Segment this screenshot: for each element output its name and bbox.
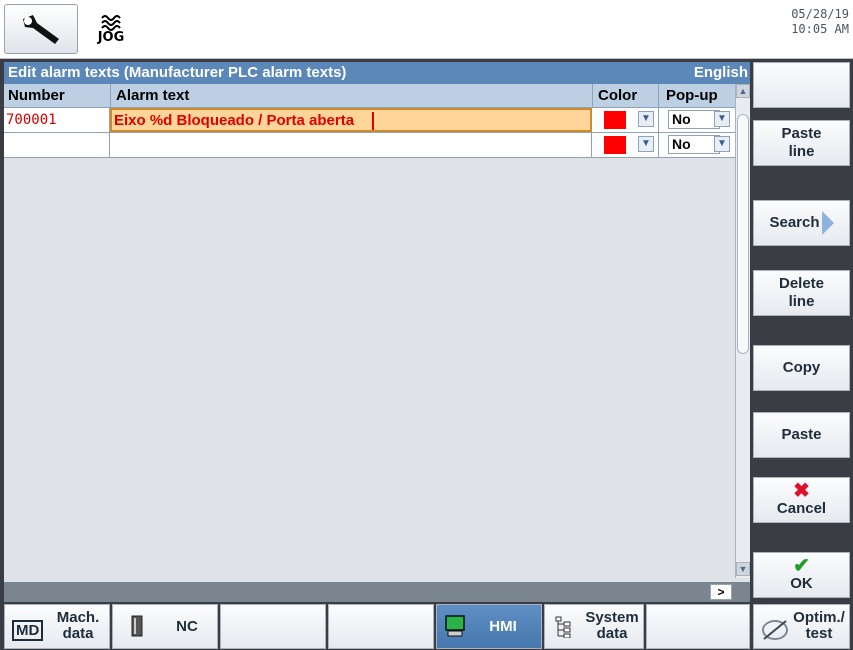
setup-wrench-button[interactable] xyxy=(4,4,78,54)
text-cursor xyxy=(372,112,374,130)
color-select[interactable]: ▼ xyxy=(592,133,659,157)
alarm-text-input[interactable]: Eixo %d Bloqueado / Porta aberta xyxy=(110,108,592,132)
color-swatch xyxy=(604,111,626,129)
mach-data-button[interactable]: MD Mach. data xyxy=(4,604,110,649)
popup-value: No xyxy=(668,110,720,129)
nc-device-icon xyxy=(131,615,143,637)
alarm-number-cell[interactable]: 700001 xyxy=(4,108,110,132)
horizontal-scroll-bar: > xyxy=(4,582,750,602)
popup-value: No xyxy=(668,135,720,154)
vertical-scrollbar[interactable]: ▲ ▼ xyxy=(735,84,750,578)
search-button[interactable]: Search xyxy=(753,200,850,246)
chevron-down-icon[interactable]: ▼ xyxy=(714,136,730,152)
header-bar: JOG 05/28/19 10:05 AM xyxy=(0,0,853,59)
paste-line-button[interactable]: Paste line xyxy=(753,120,850,166)
alarm-text-editor: Edit alarm texts (Manufacturer PLC alarm… xyxy=(4,62,750,582)
delete-line-label: Delete line xyxy=(778,275,825,310)
table-header: Number Alarm text Color Pop-up xyxy=(4,84,735,108)
date-text: 05/28/19 xyxy=(791,7,849,21)
copy-button[interactable]: Copy xyxy=(753,345,850,391)
copy-label: Copy xyxy=(782,359,821,376)
col-alarm-text-header: Alarm text xyxy=(116,87,190,104)
checkmark-icon: ✔ xyxy=(793,555,810,577)
close-icon: ✖ xyxy=(793,480,810,502)
softkey-h-blank-2[interactable] xyxy=(328,604,434,649)
panel-title-bar: Edit alarm texts (Manufacturer PLC alarm… xyxy=(4,62,750,84)
wrench-icon xyxy=(23,15,59,44)
table-row[interactable]: 700001 Eixo %d Bloqueado / Porta aberta … xyxy=(4,108,735,133)
popup-select[interactable]: No ▼ xyxy=(658,133,735,157)
paste-label: Paste xyxy=(781,426,822,443)
ok-button[interactable]: ✔ OK xyxy=(753,552,850,598)
color-select[interactable]: ▼ xyxy=(592,108,659,132)
col-number-header: Number xyxy=(8,87,65,104)
hmi-button[interactable]: HMI xyxy=(436,604,542,649)
softkey-blank-1[interactable] xyxy=(753,62,850,108)
cancel-label: Cancel xyxy=(776,500,827,517)
col-divider xyxy=(658,84,659,107)
col-color-header: Color xyxy=(598,87,638,104)
col-divider xyxy=(592,84,593,107)
col-popup-header: Pop-up xyxy=(666,87,718,104)
hmi-label: HMI xyxy=(489,618,517,635)
optim-test-button[interactable]: Optim./ test xyxy=(753,604,850,649)
scroll-thumb[interactable] xyxy=(737,114,749,354)
delete-line-button[interactable]: Delete line xyxy=(753,270,850,316)
scroll-up-icon[interactable]: ▲ xyxy=(736,84,750,98)
paste-line-label: Paste line xyxy=(781,125,822,160)
optim-test-label: Optim./ test xyxy=(793,609,845,642)
nc-button[interactable]: NC xyxy=(112,604,218,649)
system-data-button[interactable]: System data xyxy=(544,604,644,649)
language-label: English xyxy=(693,64,748,81)
mode-indicator: JOG xyxy=(82,4,140,54)
alarm-text-value: Eixo %d Bloqueado / Porta aberta xyxy=(114,112,355,129)
ok-label: OK xyxy=(790,575,813,592)
col-divider xyxy=(110,84,111,107)
nc-label: NC xyxy=(176,618,198,635)
paste-button[interactable]: Paste xyxy=(753,412,850,458)
chevron-down-icon[interactable]: ▼ xyxy=(714,111,730,127)
alarm-text-input[interactable] xyxy=(110,133,592,157)
tree-structure-icon xyxy=(555,616,571,638)
scroll-right-button[interactable]: > xyxy=(710,584,732,600)
mach-data-label: Mach. data xyxy=(56,609,100,642)
md-icon: MD xyxy=(12,620,44,641)
monitor-icon xyxy=(445,615,465,637)
softkey-h-blank-1[interactable] xyxy=(220,604,326,649)
table-row[interactable]: ▼ No ▼ xyxy=(4,133,735,158)
softkey-h-blank-3[interactable] xyxy=(646,604,750,649)
chevron-down-icon[interactable]: ▼ xyxy=(638,136,654,152)
chevron-down-icon[interactable]: ▼ xyxy=(638,111,654,127)
mode-label: JOG xyxy=(97,29,125,45)
color-swatch xyxy=(604,136,626,154)
panel-title: Edit alarm texts (Manufacturer PLC alarm… xyxy=(8,64,347,81)
optimization-icon xyxy=(762,620,788,640)
search-label: Search xyxy=(769,214,820,231)
time-text: 10:05 AM xyxy=(791,22,849,36)
cancel-button[interactable]: ✖ Cancel xyxy=(753,477,850,523)
datetime-display: 05/28/19 10:05 AM xyxy=(791,7,849,37)
scroll-down-icon[interactable]: ▼ xyxy=(736,562,750,576)
system-data-label: System data xyxy=(585,609,639,642)
arrow-right-icon xyxy=(821,211,834,235)
popup-select[interactable]: No ▼ xyxy=(658,108,735,132)
alarm-number-cell[interactable] xyxy=(4,133,110,157)
